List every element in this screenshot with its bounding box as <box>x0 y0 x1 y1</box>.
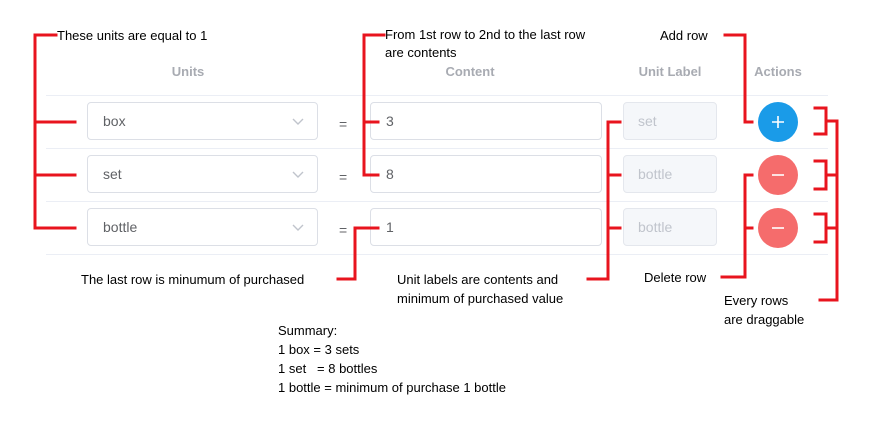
annotation-line-draggable <box>818 119 839 302</box>
annotation-unit-labels-line2: minimum of purchased value <box>397 291 564 306</box>
annotation-last-row: The last row is minumum of purchased <box>81 272 305 287</box>
annotation-units-equal: These units are equal to 1 <box>57 28 208 43</box>
annotation-line-add-row <box>723 33 754 124</box>
annotation-draggable-line2: are draggable <box>724 312 805 327</box>
annotation-contents-line1: From 1st row to 2nd to the last row <box>385 27 586 42</box>
summary-line: 1 box = 3 sets <box>278 342 360 357</box>
annotation-draggable-line1: Every rows <box>724 293 789 308</box>
annotation-contents-line2: are contents <box>385 45 457 60</box>
annotation-line-unit-labels <box>586 120 622 281</box>
summary-line: 1 set = 8 bottles <box>278 361 378 376</box>
summary-line: 1 bottle = minimum of purchase 1 bottle <box>278 380 506 395</box>
annotation-bracket-row <box>813 106 828 136</box>
annotation-add-row: Add row <box>660 28 708 43</box>
annotation-line-last-row <box>336 226 380 281</box>
annotation-bracket-units <box>33 33 77 230</box>
summary-title: Summary: <box>278 323 338 338</box>
annotation-bracket-row <box>813 212 828 244</box>
annotation-delete-row: Delete row <box>644 270 707 285</box>
annotation-line-delete-row <box>720 173 754 279</box>
summary-block: Summary: 1 box = 3 sets 1 set = 8 bottle… <box>278 321 506 397</box>
annotation-unit-labels-line1: Unit labels are contents and <box>397 272 559 287</box>
annotation-bracket-content <box>362 33 386 177</box>
annotation-bracket-row <box>813 159 828 191</box>
